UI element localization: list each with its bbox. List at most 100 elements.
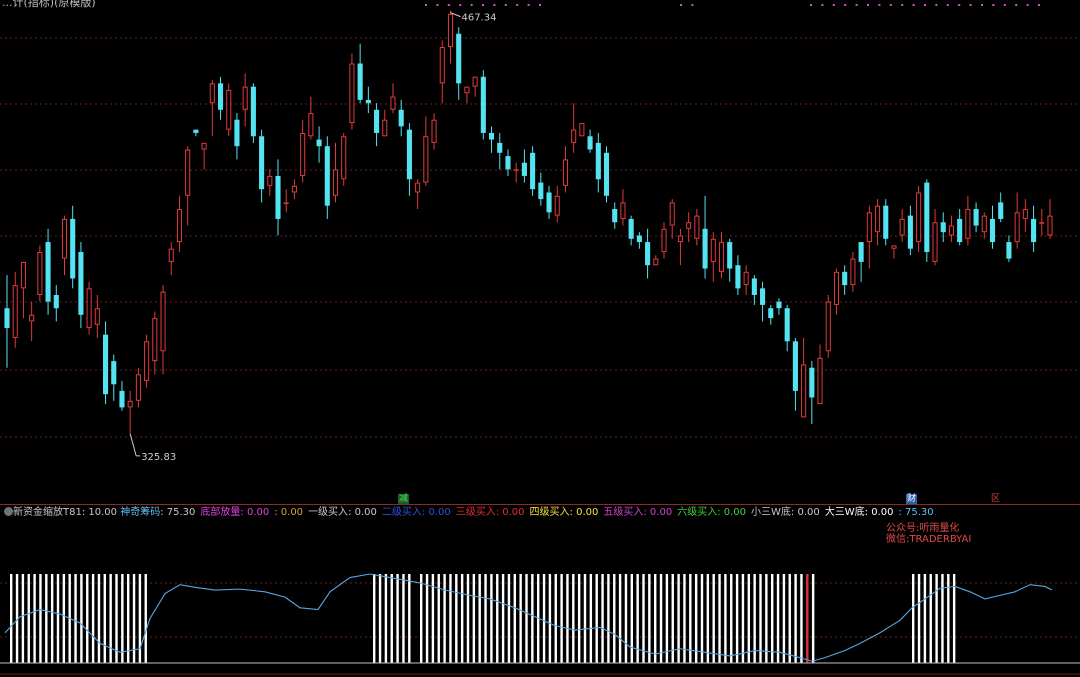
candle-body xyxy=(957,218,963,243)
candle-body xyxy=(201,142,207,150)
gear-icon[interactable] xyxy=(4,507,13,516)
candle xyxy=(686,212,692,243)
candle-body xyxy=(332,169,339,196)
candle xyxy=(4,275,10,368)
candle-body xyxy=(973,209,979,226)
signal-bar xyxy=(62,574,66,663)
candle-body xyxy=(702,228,708,269)
signal-bar xyxy=(127,574,130,663)
signal-bar xyxy=(800,574,803,663)
low-price-label: 325.83 xyxy=(141,452,176,463)
candle-body xyxy=(874,205,881,233)
candle-body xyxy=(792,341,798,391)
candle xyxy=(119,380,125,411)
indicator-chart[interactable] xyxy=(0,521,1080,677)
candle xyxy=(932,209,938,266)
candle-body xyxy=(1014,212,1020,243)
candle-body xyxy=(234,119,240,147)
signal-bar xyxy=(694,574,698,663)
signal-bar xyxy=(10,574,13,663)
candle-body xyxy=(61,218,68,259)
signal-bar xyxy=(109,574,112,663)
signal-bar xyxy=(572,574,575,663)
signal-bar xyxy=(384,574,388,663)
candle xyxy=(825,294,831,358)
candle-body xyxy=(653,258,659,266)
candle-body xyxy=(431,119,437,143)
candle-body xyxy=(948,225,954,236)
signal-bar xyxy=(496,574,499,663)
candle-body xyxy=(760,288,766,305)
signal-dot xyxy=(516,4,519,6)
candle xyxy=(275,159,281,236)
signal-bar xyxy=(97,574,101,663)
candle xyxy=(579,123,585,137)
candle-body xyxy=(579,123,585,137)
signal-bar xyxy=(56,574,60,663)
signal-bar xyxy=(478,574,481,663)
signal-bar xyxy=(45,574,48,663)
signal-bar xyxy=(50,574,54,663)
signal-bar xyxy=(560,574,563,663)
candle-body xyxy=(891,245,897,249)
candle xyxy=(103,321,109,405)
candle-body xyxy=(127,400,133,408)
candle xyxy=(70,205,76,289)
candle xyxy=(160,285,166,375)
candle xyxy=(193,129,199,137)
candle-body xyxy=(833,271,840,305)
signal-bar xyxy=(776,574,780,663)
candle xyxy=(858,242,864,282)
marker-jian[interactable]: 减 xyxy=(398,494,410,504)
candle xyxy=(382,109,388,137)
signal-bar xyxy=(425,574,429,663)
signal-dot xyxy=(981,4,983,6)
candle xyxy=(1022,199,1028,233)
candle xyxy=(267,169,273,196)
candle xyxy=(562,146,569,193)
candle-body xyxy=(751,278,757,295)
candle-body xyxy=(209,83,215,104)
candle-body xyxy=(603,152,610,196)
signal-dot xyxy=(969,4,972,6)
candle xyxy=(480,70,486,140)
candle xyxy=(497,132,503,170)
signal-bar xyxy=(788,574,791,663)
legend-value: : 75.30 xyxy=(160,507,196,518)
candle xyxy=(390,83,396,114)
candle xyxy=(111,354,117,401)
candle-body xyxy=(1031,218,1037,243)
price-chart[interactable]: 467.34 325.83 xyxy=(0,0,1080,500)
candle xyxy=(201,142,207,170)
legend-value: : 75.30 xyxy=(898,507,934,518)
candle-body xyxy=(776,301,782,309)
signal-dot xyxy=(436,4,439,6)
candle xyxy=(702,195,708,279)
legend-items: 神奇筹码: 75.30 底部放量: 0.00: 0.00 一级买入: 0.00 二级买… xyxy=(120,507,938,518)
signal-bar xyxy=(659,574,663,663)
candle-body xyxy=(645,242,651,266)
candle-body xyxy=(250,86,256,137)
signal-dot xyxy=(447,4,450,6)
marker-qu[interactable]: 区 xyxy=(990,494,1002,504)
legend-label: 四级买入 xyxy=(529,507,570,518)
legend-label: 底部放量 xyxy=(200,507,241,518)
candle xyxy=(176,195,183,252)
signal-bar xyxy=(782,574,786,663)
candle-body xyxy=(883,205,889,239)
candle-body xyxy=(135,374,141,401)
candle-body xyxy=(505,156,511,170)
candle xyxy=(398,99,404,137)
candle-body xyxy=(390,96,396,110)
candle-body xyxy=(406,129,412,180)
candle xyxy=(899,209,905,243)
indicator-name[interactable]: 新资金缩放T81 xyxy=(13,507,82,518)
candle xyxy=(12,271,18,348)
signal-bar xyxy=(138,574,142,663)
candle xyxy=(357,43,363,104)
signal-dot xyxy=(1026,4,1029,6)
candle xyxy=(677,228,683,266)
candle-body xyxy=(554,195,560,216)
marker-cai[interactable]: 财 xyxy=(906,494,918,504)
candle xyxy=(488,126,495,153)
